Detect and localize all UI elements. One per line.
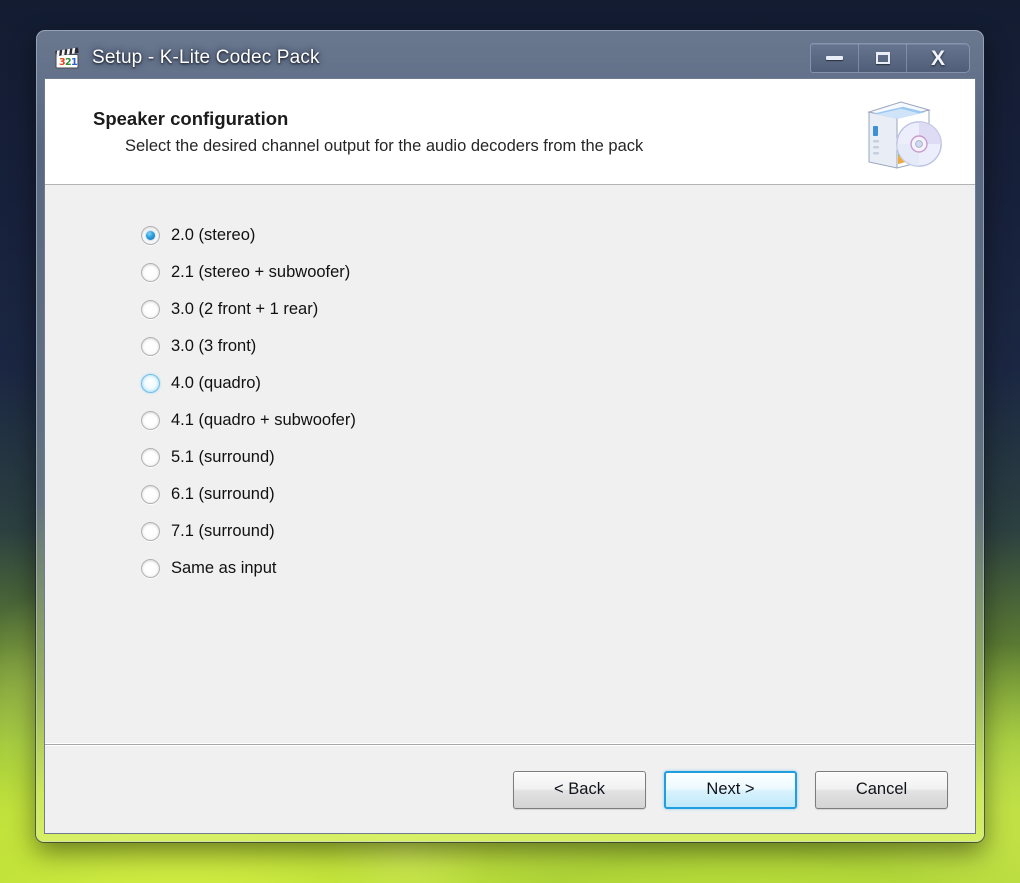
film-clapperboard-321-icon: 3 2 1: [54, 45, 80, 71]
radio-option-label: 5.1 (surround): [171, 448, 275, 466]
radio-option-3[interactable]: 3.0 (3 front): [141, 328, 601, 365]
radio-option-8[interactable]: 7.1 (surround): [141, 513, 601, 550]
radio-option-label: 3.0 (2 front + 1 rear): [171, 300, 319, 318]
radio-button-icon[interactable]: [141, 374, 160, 393]
page-title: Speaker configuration: [93, 107, 289, 129]
radio-button-icon[interactable]: [141, 411, 160, 430]
radio-button-icon[interactable]: [141, 226, 160, 245]
minimize-button[interactable]: [811, 44, 859, 72]
back-button[interactable]: < Back: [513, 770, 646, 809]
maximize-icon: [875, 52, 890, 64]
close-icon: X: [930, 46, 945, 70]
radio-button-icon[interactable]: [141, 300, 160, 319]
header-text-group: Speaker configuration Select the desired…: [93, 108, 857, 156]
wizard-header: Speaker configuration Select the desired…: [45, 79, 975, 185]
radio-option-label: 4.1 (quadro + subwoofer): [171, 411, 356, 429]
radio-option-9[interactable]: Same as input: [141, 550, 601, 587]
radio-button-icon[interactable]: [141, 522, 160, 541]
radio-button-icon[interactable]: [141, 448, 160, 467]
wizard-footer: < Back Next > Cancel: [45, 745, 975, 833]
window-client-area: Speaker configuration Select the desired…: [44, 78, 976, 834]
radio-option-2[interactable]: 3.0 (2 front + 1 rear): [141, 291, 601, 328]
radio-option-5[interactable]: 4.1 (quadro + subwoofer): [141, 402, 601, 439]
software-box-with-cd-icon: [857, 94, 949, 170]
radio-option-label: 3.0 (3 front): [171, 337, 257, 355]
title-bar[interactable]: 3 2 1 Setup - K-Lite Codec Pack X: [44, 38, 976, 78]
radio-option-label: 6.1 (surround): [171, 485, 275, 503]
radio-option-6[interactable]: 5.1 (surround): [141, 439, 601, 476]
radio-button-icon[interactable]: [141, 263, 160, 282]
speaker-options-list: 2.0 (stereo) 2.1 (stereo + subwoofer) 3.0 …: [45, 185, 975, 745]
close-button[interactable]: X: [907, 44, 969, 72]
cancel-button[interactable]: Cancel: [815, 770, 948, 809]
radio-button-icon[interactable]: [141, 485, 160, 504]
radio-option-label: 7.1 (surround): [171, 522, 275, 540]
window-controls-group: X: [810, 43, 970, 73]
window-title: Setup - K-Lite Codec Pack: [92, 47, 320, 68]
next-button[interactable]: Next >: [664, 770, 797, 809]
maximize-button[interactable]: [859, 44, 907, 72]
minimize-icon: [826, 56, 843, 60]
page-subtitle: Select the desired channel output for th…: [125, 136, 644, 155]
radio-button-icon[interactable]: [141, 337, 160, 356]
svg-text:1: 1: [71, 57, 78, 68]
radio-option-0[interactable]: 2.0 (stereo): [141, 217, 601, 254]
radio-button-icon[interactable]: [141, 559, 160, 578]
setup-window: 3 2 1 Setup - K-Lite Codec Pack X Speake…: [36, 30, 984, 842]
radio-option-4[interactable]: 4.0 (quadro): [141, 365, 601, 402]
radio-option-label: 2.1 (stereo + subwoofer): [171, 263, 351, 281]
radio-option-7[interactable]: 6.1 (surround): [141, 476, 601, 513]
radio-option-label: 4.0 (quadro): [171, 374, 261, 392]
radio-option-label: 2.0 (stereo): [171, 226, 256, 244]
radio-option-1[interactable]: 2.1 (stereo + subwoofer): [141, 254, 601, 291]
radio-option-label: Same as input: [171, 559, 277, 577]
